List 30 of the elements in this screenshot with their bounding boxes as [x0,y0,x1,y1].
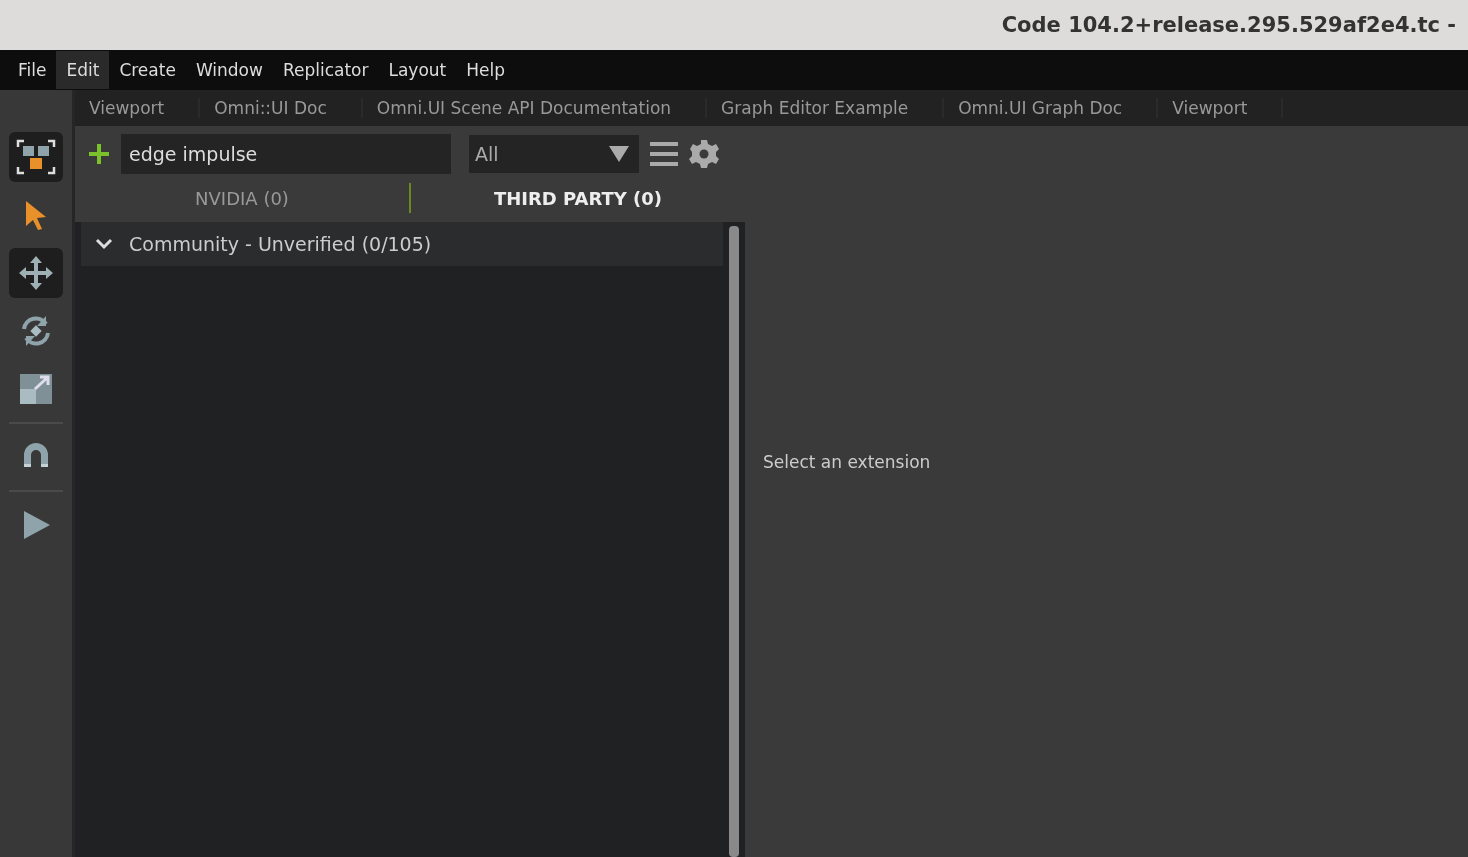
window-tab[interactable]: Omni.UI Graph Doc [944,98,1159,118]
menu-item[interactable]: Replicator [272,51,379,89]
menu-item[interactable]: Layout [378,51,457,89]
menu-item[interactable]: Create [109,51,186,89]
group-label: Community - Unverified (0/105) [129,233,432,255]
settings-icon[interactable] [689,139,719,169]
tool-button[interactable] [9,248,63,298]
group-header[interactable]: Community - Unverified (0/105) [81,222,723,266]
scrollbar[interactable] [729,226,739,857]
caret-icon [609,146,629,162]
window-tab[interactable]: Viewport [75,98,201,118]
scale-icon [18,372,54,406]
menu-item[interactable]: Help [456,51,516,89]
menu-item[interactable]: Window [185,51,273,89]
window-title: Code 104.2+release.295.529af2e4.tc - [1001,13,1457,37]
window-tab[interactable]: Omni.UI Scene API Documentation [362,98,708,118]
source-tab[interactable]: THIRD PARTY (0) [411,187,745,209]
source-tab[interactable]: NVIDIA (0) [75,187,409,209]
filter-dropdown[interactable]: All [469,135,639,173]
window-tab[interactable]: Omni::UI Doc [200,98,363,118]
tool-button[interactable] [9,132,63,182]
search-field[interactable]: edge impulse [121,134,451,174]
empty-message: Select an extension [763,451,931,472]
menu-item[interactable]: Edit [56,51,110,89]
menu-item[interactable]: File [8,51,57,89]
menu-icon[interactable] [649,141,679,167]
window-tab[interactable]: Viewport [1158,98,1284,118]
frame-cubes-icon [14,137,58,177]
window-tab[interactable]: Graph Editor Example [707,98,945,118]
add-icon[interactable] [87,142,111,166]
